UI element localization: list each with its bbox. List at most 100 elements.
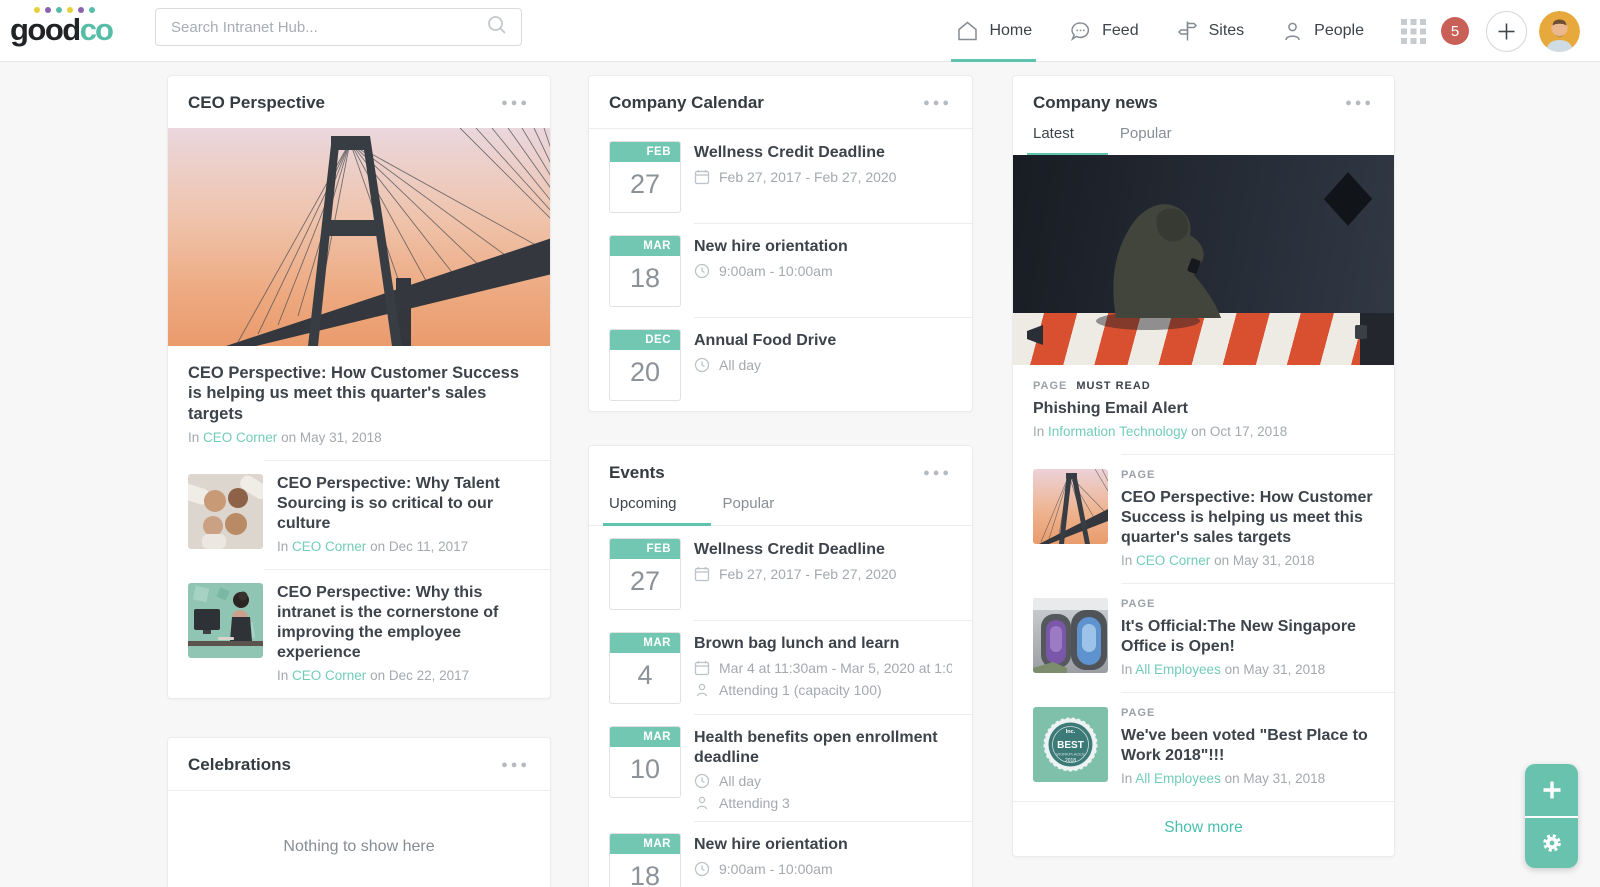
- card-title: Events: [609, 463, 665, 483]
- ellipsis-icon[interactable]: ●●●: [501, 760, 530, 771]
- card-title: Company Calendar: [609, 93, 764, 113]
- tab-upcoming[interactable]: Upcoming: [609, 495, 677, 525]
- tab-popular[interactable]: Popular: [723, 495, 775, 525]
- fist-bump-thumbnail: [188, 474, 263, 549]
- nav-label: Sites: [1209, 22, 1245, 40]
- article-meta: In CEO Corner on Dec 22, 2017: [277, 668, 530, 683]
- article-title: We've been voted "Best Place to Work 201…: [1121, 726, 1374, 766]
- article-list-item[interactable]: CEO Perspective: Why this intranet is th…: [168, 569, 550, 698]
- person-icon: [694, 682, 710, 698]
- news-hero-image[interactable]: [1013, 155, 1394, 365]
- people-icon: [1280, 19, 1305, 43]
- ceo-perspective-card: CEO Perspective ●●●: [167, 75, 551, 699]
- search-input[interactable]: [156, 19, 486, 36]
- ellipsis-icon[interactable]: ●●●: [923, 98, 952, 109]
- article-meta: In CEO Corner on Dec 11, 2017: [277, 539, 530, 554]
- event-time: All day: [694, 773, 952, 789]
- article-meta: In Information Technology on Oct 17, 201…: [1033, 424, 1374, 439]
- event-row[interactable]: MAR 18 New hire orientation 9:00am - 10:…: [589, 821, 972, 887]
- event-row[interactable]: MAR 4 Brown bag lunch and learn Mar 4 at…: [589, 620, 972, 714]
- sites-icon: [1175, 19, 1200, 43]
- event-title: Brown bag lunch and learn: [694, 634, 952, 654]
- card-title: Company news: [1033, 93, 1158, 113]
- notification-badge[interactable]: 5: [1441, 17, 1469, 45]
- article-title: CEO Perspective: Why Talent Sourcing is …: [277, 474, 530, 534]
- space-link[interactable]: Information Technology: [1048, 424, 1187, 439]
- bridge-hero-image[interactable]: [168, 128, 550, 346]
- events-card: Events ●●● Upcoming Popular FEB 27 Welln…: [588, 445, 973, 887]
- ellipsis-icon[interactable]: ●●●: [1345, 98, 1374, 109]
- top-header: goodco Home: [0, 0, 1600, 62]
- plus-icon: [1542, 780, 1562, 800]
- middle-column: Company Calendar ●●● FEB 27 Wellness Cre…: [588, 75, 973, 887]
- clock-icon: [694, 773, 710, 789]
- add-content-button[interactable]: [1486, 11, 1527, 52]
- date-badge: MAR 10: [609, 726, 681, 798]
- date-badge: MAR 18: [609, 235, 681, 307]
- apps-grid-icon[interactable]: [1400, 18, 1427, 45]
- clock-icon: [694, 263, 710, 279]
- space-link[interactable]: CEO Corner: [292, 539, 366, 554]
- bridge-thumbnail: [1033, 469, 1108, 544]
- tab-latest[interactable]: Latest: [1033, 125, 1074, 155]
- space-link[interactable]: CEO Corner: [1136, 553, 1210, 568]
- user-avatar[interactable]: [1539, 11, 1580, 52]
- news-article[interactable]: PAGE CEO Perspective: How Customer Succe…: [1013, 454, 1394, 583]
- calendar-event-row[interactable]: DEC 20 Annual Food Drive All day: [589, 317, 972, 411]
- show-more-link[interactable]: Show more: [1164, 819, 1242, 836]
- space-link[interactable]: CEO Corner: [292, 668, 366, 683]
- news-article[interactable]: PAGEMUST READ Phishing Email Alert In In…: [1013, 365, 1394, 454]
- event-date-range: Feb 27, 2017 - Feb 27, 2020: [694, 566, 896, 582]
- settings-button[interactable]: [1525, 816, 1578, 868]
- tab-popular[interactable]: Popular: [1120, 125, 1172, 155]
- home-icon: [955, 19, 980, 43]
- article-list-item[interactable]: CEO Perspective: Why Talent Sourcing is …: [168, 460, 550, 569]
- nav-item-home[interactable]: Home: [955, 0, 1032, 62]
- date-badge: DEC 20: [609, 329, 681, 401]
- event-title: Wellness Credit Deadline: [694, 540, 896, 560]
- featured-article[interactable]: CEO Perspective: How Customer Success is…: [168, 346, 550, 460]
- left-column: CEO Perspective ●●●: [167, 75, 551, 887]
- event-date-range: Mar 4 at 11:30am - Mar 5, 2020 at 1:00..…: [694, 660, 952, 676]
- company-calendar-card: Company Calendar ●●● FEB 27 Wellness Cre…: [588, 75, 973, 412]
- best-workplaces-badge-thumbnail: Inc. BEST WORKPLACES 2018: [1033, 707, 1108, 782]
- person-icon: [694, 795, 710, 811]
- event-title: New hire orientation: [694, 835, 848, 855]
- event-time: 9:00am - 10:00am: [694, 263, 848, 279]
- ellipsis-icon[interactable]: ●●●: [501, 98, 530, 109]
- event-time: All day: [694, 357, 836, 373]
- article-meta: In All Employees on May 31, 2018: [1121, 771, 1374, 786]
- article-title: It's Official:The New Singapore Office i…: [1121, 617, 1374, 657]
- article-meta: In CEO Corner on May 31, 2018: [188, 430, 530, 445]
- event-row[interactable]: FEB 27 Wellness Credit Deadline Feb 27, …: [589, 526, 972, 620]
- nav-item-people[interactable]: People: [1280, 0, 1364, 62]
- event-title: Annual Food Drive: [694, 331, 836, 351]
- space-link[interactable]: All Employees: [1135, 771, 1221, 786]
- search-icon[interactable]: [486, 14, 508, 41]
- space-link[interactable]: CEO Corner: [203, 430, 277, 445]
- article-labels: PAGE: [1121, 469, 1374, 481]
- event-row[interactable]: MAR 10 Health benefits open enrollment d…: [589, 714, 972, 821]
- article-labels: PAGE: [1121, 707, 1374, 719]
- nav-item-sites[interactable]: Sites: [1175, 0, 1245, 62]
- calendar-event-row[interactable]: MAR 18 New hire orientation 9:00am - 10:…: [589, 223, 972, 317]
- news-article[interactable]: PAGE It's Official:The New Singapore Off…: [1013, 583, 1394, 692]
- ellipsis-icon[interactable]: ●●●: [923, 468, 952, 479]
- news-footer: Show more: [1013, 801, 1394, 856]
- add-widget-button[interactable]: [1525, 764, 1578, 816]
- nav-item-feed[interactable]: Feed: [1068, 0, 1138, 62]
- must-read-badge: MUST READ: [1076, 380, 1150, 392]
- nav-label: Home: [989, 22, 1032, 40]
- floating-action-buttons: [1525, 764, 1578, 868]
- event-time: 9:00am - 10:00am: [694, 861, 848, 877]
- article-meta: In All Employees on May 31, 2018: [1121, 662, 1374, 677]
- calendar-event-row[interactable]: FEB 27 Wellness Credit Deadline Feb 27, …: [589, 129, 972, 223]
- space-link[interactable]: All Employees: [1135, 662, 1221, 677]
- calendar-icon: [694, 660, 710, 676]
- event-attendance: Attending 3: [694, 795, 952, 811]
- event-title: New hire orientation: [694, 237, 848, 257]
- logo[interactable]: goodco: [10, 7, 112, 45]
- news-article[interactable]: Inc. BEST WORKPLACES 2018 PAGE We've bee…: [1013, 692, 1394, 801]
- clock-icon: [694, 357, 710, 373]
- date-badge: FEB 27: [609, 538, 681, 610]
